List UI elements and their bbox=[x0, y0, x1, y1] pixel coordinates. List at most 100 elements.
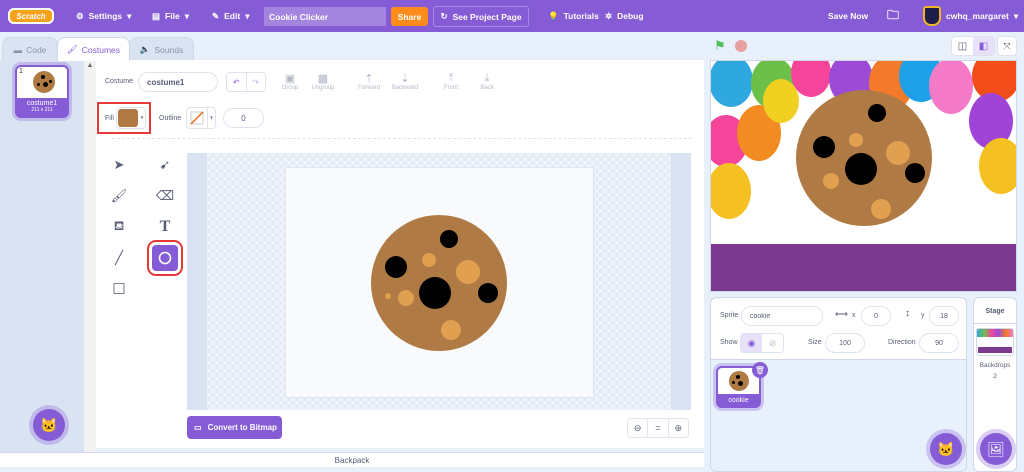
scratch-logo[interactable]: Scratch bbox=[8, 8, 54, 24]
back-label: Back bbox=[480, 85, 494, 91]
settings-label: Settings bbox=[88, 11, 123, 21]
tab-sounds[interactable]: 🔈 Sounds bbox=[129, 37, 194, 61]
redo-button[interactable]: ↷ bbox=[247, 73, 266, 91]
small-stage-button[interactable]: ◫ bbox=[952, 37, 973, 55]
show-label: Show bbox=[720, 339, 738, 346]
group-button[interactable]: ▣ Group bbox=[278, 72, 302, 91]
direction-input[interactable]: 90 bbox=[919, 333, 959, 353]
settings-menu[interactable]: ⚙ Settings ▾ bbox=[76, 0, 131, 32]
front-button[interactable]: ⤒ Front bbox=[436, 72, 466, 91]
reshape-tool[interactable]: ➹ bbox=[154, 154, 176, 176]
caret-down-icon: ▾ bbox=[1013, 10, 1019, 21]
text-icon: T bbox=[159, 218, 171, 235]
tutorials-button[interactable]: 💡 Tutorials bbox=[548, 0, 599, 32]
costume-name-input[interactable] bbox=[138, 72, 218, 92]
rectangle-tool[interactable]: ☐ bbox=[108, 278, 130, 300]
fullscreen-icon: ⤧ bbox=[1003, 40, 1011, 51]
large-stage-icon: ◧ bbox=[978, 40, 989, 52]
small-stage-icon: ◫ bbox=[957, 40, 968, 52]
see-project-page-label: See Project Page bbox=[452, 11, 522, 22]
undo-button[interactable]: ↶ bbox=[227, 73, 247, 91]
sprite-name-input[interactable] bbox=[741, 306, 823, 326]
fill-tool[interactable]: ⛾ bbox=[108, 216, 130, 238]
outline-width-input[interactable]: 0 bbox=[223, 108, 264, 128]
eye-slash-icon: ⊘ bbox=[768, 337, 777, 348]
outline-color-picker[interactable]: ▾ bbox=[186, 107, 216, 129]
y-input[interactable]: 18 bbox=[929, 306, 959, 326]
backdrop-icon: 🖼 bbox=[987, 440, 1005, 457]
paint-canvas[interactable] bbox=[187, 153, 691, 410]
costume-tile[interactable]: 1 costume1 211 x 211 bbox=[15, 65, 69, 118]
tab-label: Code bbox=[26, 44, 47, 55]
stage-thumbnail[interactable] bbox=[976, 328, 1014, 356]
arrow-icon: ➤ bbox=[113, 157, 125, 172]
green-flag-button[interactable]: ⚑ bbox=[714, 38, 726, 54]
ungroup-button[interactable]: ▩ Ungroup bbox=[308, 72, 338, 91]
caret-down-icon: ▾ bbox=[184, 10, 189, 21]
folder-icon[interactable]: 🗀 bbox=[887, 0, 899, 32]
convert-to-bitmap-button[interactable]: ▭ Convert to Bitmap bbox=[187, 416, 282, 439]
speaker-icon: 🔈 bbox=[139, 44, 151, 54]
vertical-arrows-icon: ↕ bbox=[905, 308, 910, 319]
large-stage-button[interactable]: ◧ bbox=[973, 37, 994, 55]
x-input[interactable]: 0 bbox=[861, 306, 891, 326]
size-input[interactable]: 100 bbox=[825, 333, 865, 353]
account-menu[interactable]: cwhq_margaret ▾ bbox=[923, 0, 1018, 32]
choose-sprite-button[interactable]: 🐱 bbox=[930, 433, 962, 465]
edit-menu[interactable]: ✎ Edit ▾ bbox=[212, 0, 249, 32]
choose-costume-button[interactable]: 🐱 bbox=[33, 409, 65, 441]
eraser-tool[interactable]: ⌫ bbox=[154, 185, 176, 207]
save-now-button[interactable]: Save Now bbox=[828, 0, 868, 32]
show-hidden-button[interactable]: ⊘ bbox=[762, 334, 783, 352]
scroll-up-icon[interactable]: ▲ bbox=[84, 62, 96, 69]
back-button[interactable]: ⤓ Back bbox=[472, 72, 502, 91]
choose-backdrop-button[interactable]: 🖼 bbox=[980, 433, 1012, 465]
fullscreen-button[interactable]: ⤧ bbox=[997, 36, 1017, 56]
x-label: x bbox=[852, 312, 856, 319]
costume-name: costume1 bbox=[26, 100, 58, 107]
reshape-icon: ➹ bbox=[159, 157, 171, 172]
outline-label: Outline bbox=[159, 115, 182, 122]
text-tool[interactable]: T bbox=[154, 216, 176, 238]
delete-sprite-button[interactable]: 🗑 bbox=[752, 362, 768, 378]
forward-button[interactable]: ⇡ Forward bbox=[354, 72, 384, 91]
stage[interactable] bbox=[710, 60, 1017, 292]
see-project-page-button[interactable]: ↻ See Project Page bbox=[433, 6, 529, 27]
fill-color-picker[interactable]: ▾ bbox=[116, 107, 146, 129]
line-tool[interactable]: ╱ bbox=[108, 247, 130, 269]
debug-icon: ✲ bbox=[605, 10, 613, 21]
brush-tool[interactable]: 🖌 bbox=[108, 185, 130, 207]
costume-thumbnail bbox=[33, 71, 55, 93]
file-menu[interactable]: ▤ File ▾ bbox=[152, 0, 189, 32]
backward-label: Backward bbox=[391, 85, 419, 91]
circle-tool[interactable] bbox=[147, 240, 183, 276]
sprite-thumbnail bbox=[729, 371, 749, 391]
redo-icon: ↷ bbox=[252, 77, 260, 87]
debug-button[interactable]: ✲ Debug bbox=[605, 0, 644, 32]
costume-list: 1 costume1 211 x 211 🐱 bbox=[0, 60, 84, 452]
share-button[interactable]: Share bbox=[391, 7, 428, 26]
zoom-out-button[interactable]: ⊖ bbox=[628, 419, 647, 437]
tab-costumes[interactable]: 🖌 Costumes bbox=[57, 37, 130, 61]
stop-button[interactable] bbox=[735, 40, 747, 52]
fill-swatch bbox=[118, 109, 138, 127]
back-icon: ⤓ bbox=[484, 72, 490, 84]
scrollbar[interactable]: ▲ bbox=[84, 60, 96, 452]
zoom-in-button[interactable]: ⊕ bbox=[669, 419, 688, 437]
backward-button[interactable]: ⇣ Backward bbox=[390, 72, 420, 91]
select-tool[interactable]: ➤ bbox=[108, 154, 130, 176]
tutorials-label: Tutorials bbox=[563, 11, 599, 21]
show-visible-button[interactable]: ◉ bbox=[741, 334, 762, 352]
green-flag-icon: ⚑ bbox=[714, 38, 726, 53]
sprite-pane: Sprite ⟷ x 0 ↕ y 18 Show ◉ ⊘ Size 100 Di… bbox=[710, 297, 967, 472]
undo-icon: ↶ bbox=[232, 77, 240, 87]
backpack-bar[interactable]: Backpack bbox=[0, 452, 704, 467]
tab-code[interactable]: ▬ Code bbox=[2, 37, 58, 61]
cookie-drawing[interactable] bbox=[371, 215, 511, 355]
project-title-input[interactable] bbox=[264, 7, 386, 26]
stage-title: Stage bbox=[974, 298, 1016, 324]
caret-down-icon: ▾ bbox=[140, 115, 144, 121]
backpack-label: Backpack bbox=[334, 456, 370, 465]
no-color-icon bbox=[187, 108, 207, 128]
zoom-reset-button[interactable]: = bbox=[647, 419, 669, 437]
